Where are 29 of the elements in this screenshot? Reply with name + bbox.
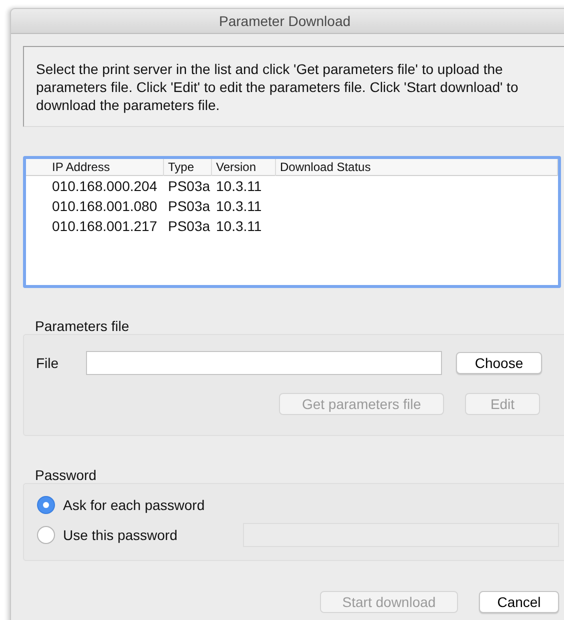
- radio-button[interactable]: [37, 496, 55, 514]
- table-row[interactable]: 010.168.001.217 PS03a 10.3.11: [26, 216, 558, 236]
- table-cell-text: 010.168.001.080: [51, 196, 158, 216]
- button[interactable]: Choose: [456, 352, 542, 374]
- radio-button[interactable]: [37, 526, 55, 544]
- table-cell-text: PS03a: [167, 176, 212, 196]
- window-title: Parameter Download: [219, 12, 351, 30]
- column-header[interactable]: Type: [164, 158, 212, 176]
- group-title: Parameters file: [35, 317, 130, 335]
- file-field[interactable]: [86, 351, 442, 375]
- column-header[interactable]: IP Address: [26, 158, 164, 176]
- server-list[interactable]: IP Address Type Version Download Status 010.168.000.204 PS03a 10.3.11 010.168.001.080 PS03a 10.3.11 010.168.001.217 PS03a 10.3.11: [23, 156, 561, 288]
- table-cell-text: 010.168.000.204: [51, 176, 158, 196]
- table-cell-text: PS03a: [167, 196, 212, 216]
- table-cell-text: 10.3.11: [215, 176, 263, 196]
- group-title: Password: [35, 466, 98, 484]
- table-row[interactable]: 010.168.001.080 PS03a 10.3.11: [26, 196, 558, 216]
- instructions-text: Select the print server in the list and click 'Get parameters file' to upload the parameters file. Click 'Edit' to edit the parameters file. Click 'Start download' to download the parameters file.: [36, 60, 520, 114]
- column-header[interactable]: Download Status: [276, 158, 558, 176]
- field-label: File: [36, 354, 60, 372]
- column-header[interactable]: Version: [212, 158, 276, 176]
- table-cell-text: 10.3.11: [215, 196, 263, 216]
- table-cell-text: 10.3.11: [215, 216, 263, 236]
- radio-label[interactable]: Ask for each password: [63, 494, 225, 516]
- table-cell-text: 010.168.001.217: [51, 216, 158, 236]
- table-cell-text: PS03a: [167, 216, 212, 236]
- radio-label[interactable]: Use this password: [63, 524, 225, 546]
- button[interactable]: Cancel: [479, 591, 559, 613]
- table-row[interactable]: 010.168.000.204 PS03a 10.3.11: [26, 176, 558, 196]
